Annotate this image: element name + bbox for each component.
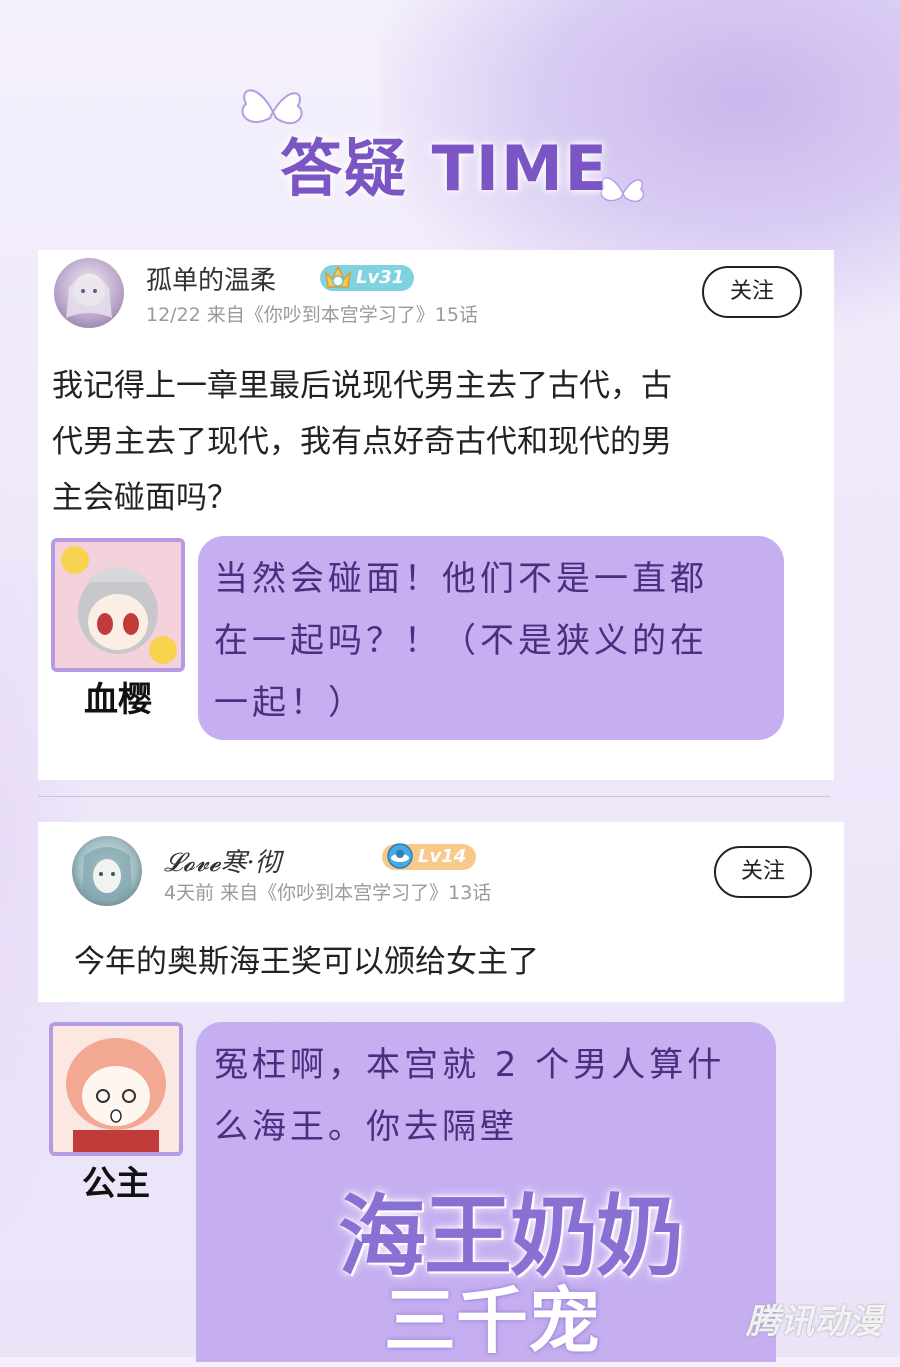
chibi-character-icon (55, 542, 181, 668)
reply-author-name: 公主 (82, 1164, 150, 1204)
post-meta: 4天前 来自《你吵到本宫学习了》13话 (164, 882, 492, 904)
page-title: 答疑 TIME (280, 132, 609, 205)
level-badge: Lv31 (320, 265, 415, 291)
planet-icon (387, 843, 413, 869)
reply-author-name: 血樱 (84, 680, 152, 720)
avatar[interactable] (72, 836, 142, 906)
divider (38, 796, 830, 797)
comment-line: 我记得上一章里最后说现代男主去了古代，古 (52, 368, 672, 404)
post-card: 𝓛𝓸𝓿𝓮寒·彻 Lv14 4天前 来自《你吵到本宫学习了》13话 关注 今年的奥… (38, 822, 844, 1002)
comment-line: 主会碰面吗？ (52, 480, 238, 516)
avatar[interactable] (54, 258, 124, 328)
follow-button[interactable]: 关注 (714, 846, 812, 898)
level-label: Lv31 (356, 267, 405, 288)
post-meta: 12/22 来自《你吵到本宫学习了》15话 (146, 304, 478, 326)
username[interactable]: 𝓛𝓸𝓿𝓮寒·彻 (164, 842, 281, 879)
reply-avatar (51, 538, 185, 672)
reply-text: 冤枉啊，本宫就 2 个男人算什 么海王。你去隔壁 (214, 1034, 725, 1158)
chibi-princess-icon (53, 1026, 179, 1152)
follow-button[interactable]: 关注 (702, 266, 802, 318)
username[interactable]: 孤单的温柔 (146, 260, 276, 297)
level-label: Lv14 (418, 846, 467, 867)
reply-line: 冤枉啊，本宫就 2 个男人算什 (214, 1045, 726, 1085)
watermark-logo: 腾讯动漫 (746, 1302, 882, 1342)
reply-line: 当然会碰面！他们不是一直都 (214, 559, 708, 599)
avatar-portrait-icon (82, 847, 132, 899)
reply-line: 一起！） (214, 683, 366, 723)
reply-avatar (49, 1022, 183, 1156)
comment-text: 我记得上一章里最后说现代男主去了古代，古 代男主去了现代，我有点好奇古代和现代的… (52, 358, 672, 526)
reply-text: 当然会碰面！他们不是一直都 在一起吗？！（不是狭义的在 一起！） (214, 548, 708, 734)
comment-line: 今年的奥斯海王奖可以颁给女主了 (74, 944, 539, 980)
reply-line: 么海王。你去隔壁 (214, 1107, 518, 1147)
level-badge: Lv14 (382, 843, 477, 870)
reply-line: 在一起吗？！（不是狭义的在 (214, 621, 708, 661)
comment-line: 代男主去了现代，我有点好奇古代和现代的男 (52, 424, 672, 460)
comment-text: 今年的奥斯海王奖可以颁给女主了 (74, 934, 539, 990)
comic-logo-subtitle: 三千宠 (384, 1278, 601, 1363)
crown-icon (324, 265, 352, 288)
avatar-portrait-icon (66, 274, 112, 318)
